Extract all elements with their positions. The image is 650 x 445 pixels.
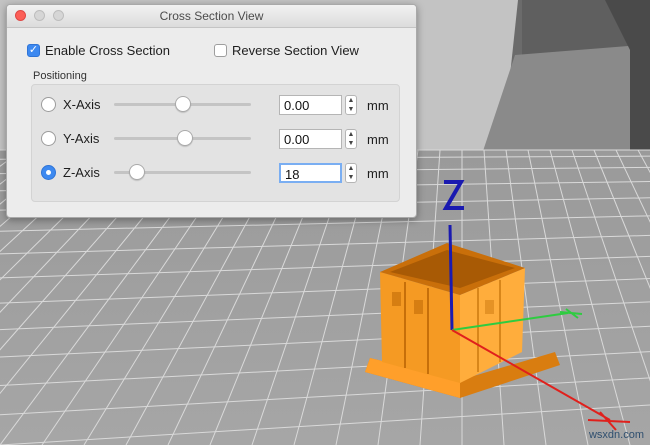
z-axis-row: Z-Axis 18 ▲ ▼ mm xyxy=(32,160,399,186)
x-axis-radio[interactable] xyxy=(41,97,56,112)
cross-section-dialog: Cross Section View ✓ Enable Cross Sectio… xyxy=(6,4,417,218)
z-axis-unit: mm xyxy=(367,166,389,181)
checkmark-icon: ✓ xyxy=(27,44,40,57)
y-axis-radio[interactable] xyxy=(41,131,56,146)
x-axis-row: X-Axis 0.00 ▲ ▼ mm xyxy=(32,92,399,118)
y-axis-row: Y-Axis 0.00 ▲ ▼ mm xyxy=(32,126,399,152)
enable-cross-section-label: Enable Cross Section xyxy=(45,43,171,58)
checkbox-empty-icon xyxy=(214,44,227,57)
positioning-group: X-Axis 0.00 ▲ ▼ mm Y-Axis 0.00 ▲ ▼ mm Z-Ax… xyxy=(31,84,400,202)
x-axis-label: X-Axis xyxy=(63,97,101,112)
z-axis-radio[interactable] xyxy=(41,165,56,180)
z-axis-slider-thumb[interactable] xyxy=(129,164,146,180)
y-axis-unit: mm xyxy=(367,132,389,147)
x-axis-slider-thumb[interactable] xyxy=(174,96,191,112)
z-axis-line xyxy=(448,224,454,331)
z-axis-stepper[interactable]: ▲ ▼ xyxy=(345,163,357,183)
reverse-section-view-label: Reverse Section View xyxy=(232,43,359,58)
dialog-titlebar[interactable]: Cross Section View xyxy=(7,5,416,28)
x-axis-value-field[interactable]: 0.00 xyxy=(279,95,342,115)
z-axis-label: Z-Axis xyxy=(63,165,100,180)
y-axis-slider-thumb[interactable] xyxy=(177,130,194,146)
z-axis-value-field[interactable]: 18 xyxy=(279,163,342,183)
y-axis-value-field[interactable]: 0.00 xyxy=(279,129,342,149)
x-axis-unit: mm xyxy=(367,98,389,113)
enable-cross-section-checkbox[interactable]: ✓ Enable Cross Section xyxy=(27,43,170,58)
y-axis-stepper[interactable]: ▲ ▼ xyxy=(345,129,357,149)
y-axis-label: Y-Axis xyxy=(63,131,100,146)
reverse-section-view-checkbox[interactable]: Reverse Section View xyxy=(214,43,359,58)
dialog-title: Cross Section View xyxy=(159,9,264,23)
watermark: wsxdn.com xyxy=(588,429,644,441)
x-axis-stepper[interactable]: ▲ ▼ xyxy=(345,95,357,115)
positioning-label: Positioning xyxy=(33,70,87,82)
